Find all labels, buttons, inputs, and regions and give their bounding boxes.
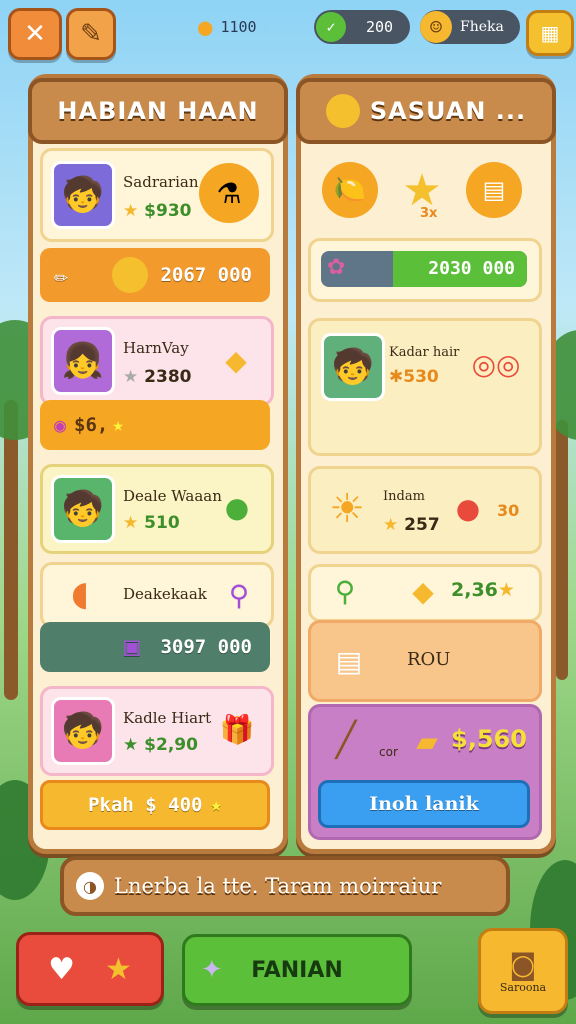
list-item[interactable]: ▤ ROU — [308, 620, 542, 702]
magnifier-icon: ⚲ — [334, 574, 356, 608]
item-name: Deale Waaan — [123, 487, 222, 505]
list-item[interactable]: 🧒 Deale Waaan ★ 510 ● — [40, 464, 274, 554]
left-action-button[interactable]: Pkah $ 400 ★ — [40, 780, 270, 830]
main-action-button[interactable]: ✦ FANIAN — [182, 934, 412, 1006]
sparkle-icon: ✦ — [260, 18, 270, 36]
item-extra: 30 — [497, 501, 520, 520]
books-icon: ▤ — [466, 162, 522, 218]
avatar: 👧 — [51, 327, 115, 395]
list-item[interactable]: ☀ Indam ★ 257 ● 30 — [308, 466, 542, 554]
star-icon: ★ — [383, 515, 399, 535]
message-text: Lnerba la tte. Taram moirraiur — [114, 874, 442, 898]
candy-jars-icon: ◎◎ — [471, 347, 521, 381]
item-price: ✱530 — [389, 367, 439, 387]
fish-icon: ◖ — [71, 574, 89, 614]
item-label: cor — [379, 745, 398, 759]
close-icon: ✕ — [24, 19, 46, 49]
potion-icon: ⚗ — [199, 163, 259, 223]
star-icon: ★ — [112, 414, 124, 436]
cheese-icon: ◆ — [225, 343, 247, 377]
coins-counter: ● 1100 ✦ — [198, 10, 298, 44]
item-name: Kadle Hiart — [123, 709, 212, 727]
item-price: ★ 2380 — [123, 367, 192, 387]
pencil-icon: ✎ — [80, 19, 102, 49]
list-item[interactable]: 🧒 Kadar hair ✱530 ◎◎ — [308, 318, 542, 456]
side-button[interactable]: ◙ Saroona — [478, 928, 568, 1014]
list-item[interactable]: 👧 HarnVay ★ 2380 ◆ — [40, 316, 274, 406]
star-badge: 3x — [420, 206, 438, 221]
wand-icon: ╱ — [335, 720, 357, 760]
close-button[interactable]: ✕ — [8, 8, 62, 60]
avatar: 🧒 — [51, 697, 115, 765]
star-icon: ★ — [123, 201, 139, 221]
coin-icon: ● — [198, 13, 213, 41]
star-icon: ✱ — [389, 367, 404, 387]
heart-gem-icon: ✓ — [316, 12, 346, 42]
cheese-icon: ◆ — [412, 574, 434, 608]
right-panel-title: SASUAN ... — [296, 78, 556, 144]
gem-icon: ◉ — [54, 413, 67, 437]
list-item[interactable]: 🧒 Kadle Hiart ★ $2,90 🎁 — [40, 686, 274, 776]
left-bar-2[interactable]: ◉ $6, ★ — [40, 400, 270, 450]
chest-icon: ▣ — [124, 632, 140, 662]
item-price: ★ 257 — [383, 515, 440, 535]
lemon-icon: 🍋 — [322, 162, 378, 218]
clock-icon — [325, 94, 360, 128]
box-icon: ◙ — [509, 948, 537, 981]
smiley-icon: ☺ — [420, 11, 452, 43]
avatar: 🧒 — [51, 475, 115, 543]
heart-icon: ♥ — [48, 951, 75, 987]
coins-value: 1100 — [220, 18, 257, 36]
star-icon: ★ — [105, 951, 132, 987]
item-price: ★ 510 — [123, 513, 180, 533]
item-price: $,560 — [451, 725, 527, 753]
avatar: 🧒 — [321, 333, 385, 401]
menu-button[interactable]: ▦ — [526, 10, 574, 56]
item-name: Indam — [383, 489, 425, 504]
star-icon: ★ — [123, 735, 139, 755]
left-bar-4[interactable]: ▣ 3097 000 — [40, 622, 270, 672]
apple-icon: ● — [455, 491, 481, 525]
list-item[interactable]: 🧒 Sadrarian ★ $930 ⚗ — [40, 148, 274, 242]
avatar: 🧒 — [51, 161, 115, 229]
list-item[interactable]: ⚲ ◆ 2,36★ — [308, 564, 542, 622]
left-panel-title: HABIAN HAAN — [28, 78, 288, 144]
item-name: Deakekaak — [123, 585, 207, 603]
item-price: ★ $930 — [123, 201, 192, 221]
profile-label: Fheka — [460, 19, 504, 35]
gear-icon: ✿ — [327, 255, 346, 280]
grid-icon: ▦ — [540, 21, 560, 45]
profile-badge[interactable]: ☺ Fheka — [420, 10, 520, 44]
papers-icon: ▤ — [335, 644, 363, 678]
gift-icon: 🎁 — [219, 712, 255, 746]
star-icon: ★ — [210, 794, 222, 816]
wand-icon: ⚲ — [228, 578, 250, 612]
bird-icon: ✦ — [201, 955, 223, 985]
edit-button[interactable]: ✎ — [66, 8, 116, 60]
star-icon: ★ — [123, 367, 139, 387]
left-bar-1[interactable]: ✏ 2067 000 — [40, 248, 270, 302]
item-price: ★ $2,90 — [123, 735, 198, 755]
progress-bar: ✿ 2030 000 — [308, 238, 542, 302]
star-icon: ★ — [497, 579, 515, 601]
item-name: HarnVay — [123, 339, 189, 357]
pencil-item-icon: ✏ — [54, 261, 69, 289]
item-label: ROU — [407, 649, 451, 670]
gems-value: 200 — [366, 18, 394, 36]
item-price: 2,36★ — [451, 579, 515, 601]
sun-icon: ☀ — [329, 486, 365, 532]
list-item[interactable]: ◖ Deakekaak ⚲ — [40, 562, 274, 628]
right-action-button[interactable]: Inoh lanik — [318, 780, 530, 828]
favorites-button[interactable]: ♥ ★ — [16, 932, 164, 1006]
message-banner: ◑ Lnerba la tte. Taram moirraiur — [60, 856, 510, 916]
item-name: Kadar hair — [389, 345, 460, 360]
apple-icon: ● — [224, 490, 250, 524]
item-name: Sadrarian — [123, 173, 199, 191]
pin-icon: ◑ — [76, 872, 104, 900]
gems-counter: ✓ 200 — [314, 10, 410, 44]
star-icon: ★ — [123, 513, 139, 533]
coin-icon — [112, 257, 148, 293]
ticket-icon: ▰ — [416, 724, 438, 758]
